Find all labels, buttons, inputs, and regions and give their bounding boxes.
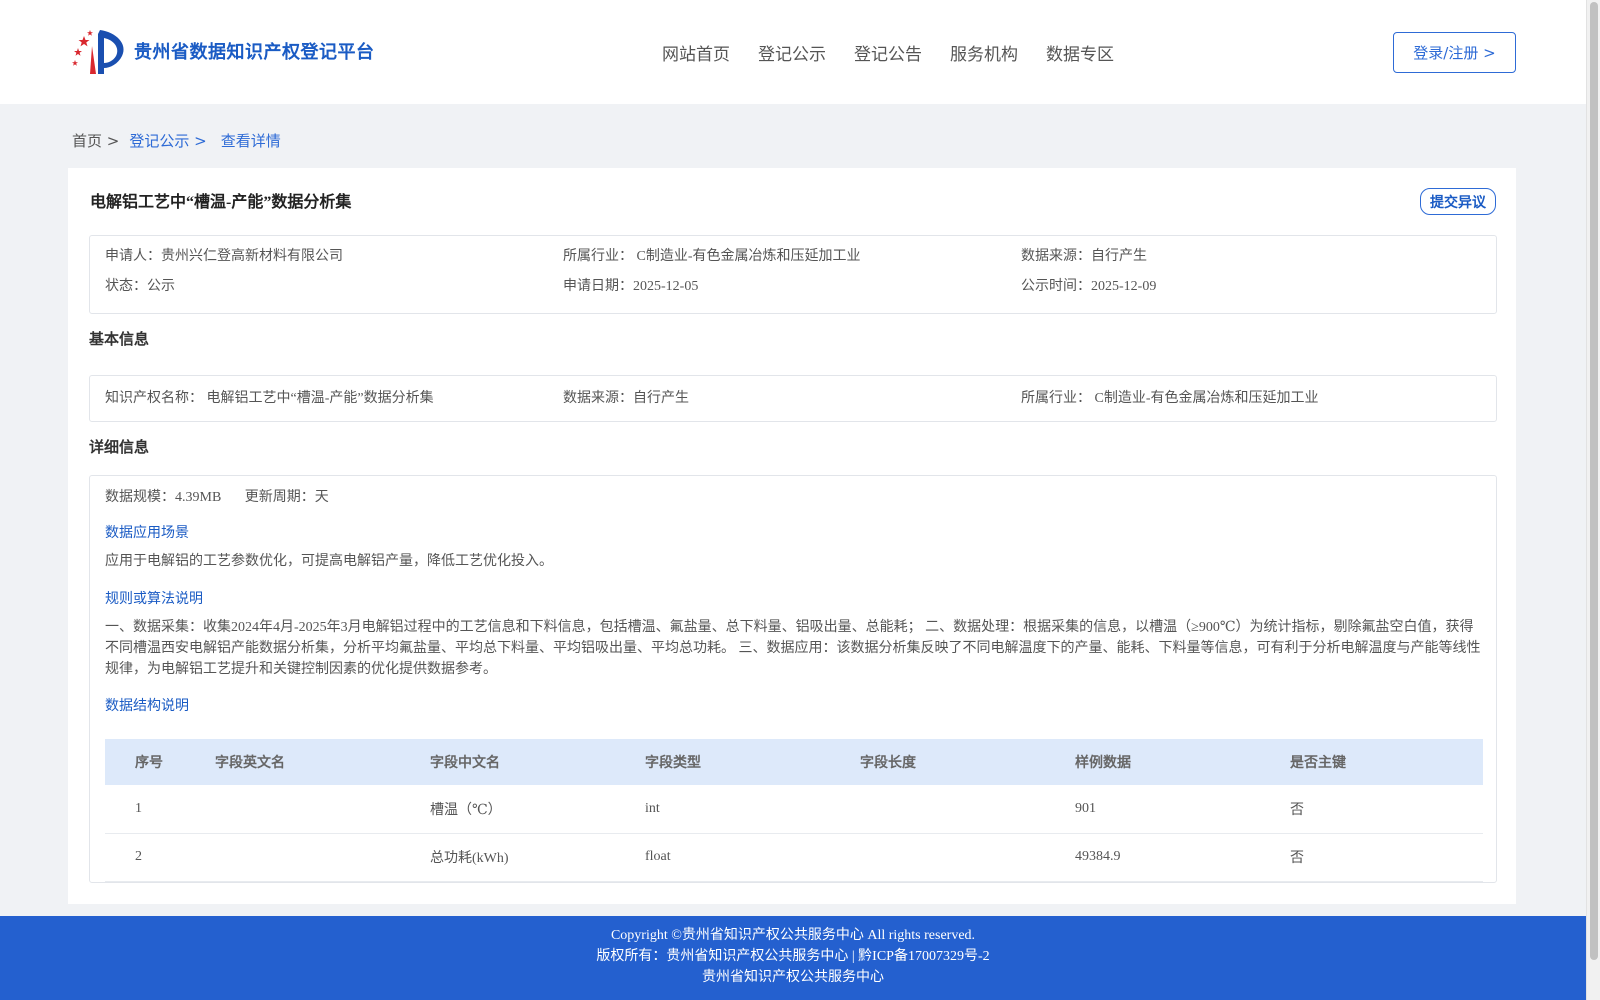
nav-service-agencies[interactable]: 服务机构 [950,40,1018,65]
industry: 所属行业： C制造业-有色金属冶炼和压延加工业 [563,249,861,264]
col-field-length: 字段长度 [860,739,1075,785]
cell-field-type: float [645,833,860,882]
publish-date: 公示时间：2025-12-09 [1021,279,1157,294]
data-source: 数据来源：自行产生 [1021,249,1147,264]
table-row: 1 槽温（℃） int 901 否 [105,785,1483,834]
col-field-en: 字段英文名 [215,739,430,785]
apply-date: 申请日期：2025-12-05 [563,279,699,294]
applicant: 申请人：贵州兴仁登高新材料有限公司 [105,249,343,264]
cell-index: 1 [105,785,215,834]
scale-row: 数据规模：4.39MB 更新周期：天 [105,486,349,506]
basic-data-source: 数据来源：自行产生 [563,391,689,406]
breadcrumb: 首页 > 登记公示 > 查看详情 [72,130,281,151]
submit-objection-button[interactable]: 提交异议 [1420,188,1496,215]
summary-panel: 申请人：贵州兴仁登高新材料有限公司 所属行业： C制造业-有色金属冶炼和压延加工… [89,235,1497,314]
detail-info-panel: 数据规模：4.39MB 更新周期：天 数据应用场景 应用于电解铝的工艺参数优化，… [89,475,1497,883]
cell-primary-key: 否 [1290,833,1483,882]
status: 状态：公示 [105,279,175,294]
page-scrollbar[interactable] [1586,0,1600,1000]
col-index: 序号 [105,739,215,785]
nav-data-zone[interactable]: 数据专区 [1046,40,1114,65]
login-register-button[interactable]: 登录/注册 > [1393,32,1516,73]
cell-sample: 901 [1075,785,1290,834]
algorithm-heading: 规则或算法说明 [105,591,203,607]
table-row: 2 总功耗(kWh) float 49384.9 否 [105,833,1483,882]
data-scale: 数据规模：4.39MB [105,490,222,505]
cell-field-cn: 槽温（℃） [430,785,645,834]
col-field-cn: 字段中文名 [430,739,645,785]
cell-field-en [215,785,430,834]
col-field-type: 字段类型 [645,739,860,785]
data-structure-table: 序号 字段英文名 字段中文名 字段类型 字段长度 样例数据 是否主键 1 槽温（… [105,739,1483,882]
scrollbar-thumb[interactable] [1590,2,1598,960]
site-footer: Copyright ©贵州省知识产权公共服务中心 All rights rese… [0,916,1586,1000]
breadcrumb-current: 查看详情 [220,132,281,150]
footer-copyright: Copyright ©贵州省知识产权公共服务中心 All rights rese… [610,928,976,943]
cell-primary-key: 否 [1290,785,1483,834]
basic-info-panel: 知识产权名称： 电解铝工艺中“槽温-产能”数据分析集 数据来源：自行产生 所属行… [89,375,1497,422]
site-logo[interactable]: 贵州省数据知识产权登记平台 [70,26,375,76]
footer-owner: 版权所有：贵州省知识产权公共服务中心 | 黔ICP备17007329号-2 [596,949,990,964]
site-header: 贵州省数据知识产权登记平台 网站首页 登记公示 登记公告 服务机构 数据专区 登… [0,0,1586,104]
basic-industry: 所属行业： C制造业-有色金属冶炼和压延加工业 [1021,391,1319,406]
scenario-text: 应用于电解铝的工艺参数优化，可提高电解铝产量，降低工艺优化投入。 [105,554,553,569]
detail-card: 电解铝工艺中“槽温-产能”数据分析集 提交异议 申请人：贵州兴仁登高新材料有限公… [68,168,1516,904]
cell-field-length [860,833,1075,882]
cell-field-type: int [645,785,860,834]
basic-info-heading: 基本信息 [89,332,150,348]
cell-sample: 49384.9 [1075,833,1290,882]
site-title: 贵州省数据知识产权登记平台 [134,42,375,62]
breadcrumb-home[interactable]: 首页 > [72,130,119,151]
col-sample: 样例数据 [1075,739,1290,785]
col-primary-key: 是否主键 [1290,739,1483,785]
main-nav: 网站首页 登记公示 登记公告 服务机构 数据专区 [662,40,1142,65]
cell-index: 2 [105,833,215,882]
nav-registration-publicity[interactable]: 登记公示 [758,40,826,65]
cell-field-cn: 总功耗(kWh) [430,833,645,882]
footer-org: 贵州省知识产权公共服务中心 [702,970,884,985]
nav-home[interactable]: 网站首页 [662,40,730,65]
update-cycle: 更新周期：天 [244,490,329,505]
table-header-row: 序号 字段英文名 字段中文名 字段类型 字段长度 样例数据 是否主键 [105,739,1483,785]
detail-info-heading: 详细信息 [89,440,150,456]
breadcrumb-registration-publicity[interactable]: 登记公示 > [129,130,206,151]
cell-field-en [215,833,430,882]
logo-emblem-icon [70,26,128,76]
structure-heading: 数据结构说明 [105,698,189,714]
nav-registration-announcement[interactable]: 登记公告 [854,40,922,65]
cell-field-length [860,785,1075,834]
algorithm-text: 一、数据采集：收集2024年4月-2025年3月电解铝过程中的工艺信息和下料信息… [105,620,1481,677]
page-title: 电解铝工艺中“槽温-产能”数据分析集 [90,194,352,211]
ip-name: 知识产权名称： 电解铝工艺中“槽温-产能”数据分析集 [105,391,434,406]
scenario-heading: 数据应用场景 [105,525,189,541]
